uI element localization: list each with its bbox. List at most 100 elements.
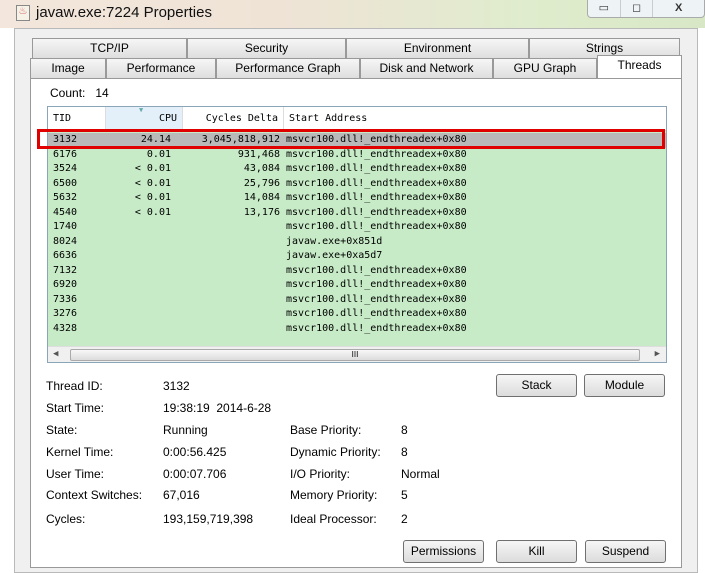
cpu-header-label: CPU bbox=[158, 113, 177, 124]
start-address-cell: msvcr100.dll!_endthreadex+0x80 bbox=[286, 192, 467, 203]
table-header: TID ▼ CPU Cycles Delta Start Address bbox=[48, 106, 666, 131]
tid-cell: 4328 bbox=[53, 322, 78, 334]
cpu-cell: < 0.01 bbox=[134, 163, 171, 174]
table-row[interactable]: 6500 < 0.01 25,796 msvcr100.dll!_endthreade… bbox=[48, 177, 666, 192]
start-address-cell: msvcr100.dll!_endthreadex+0x80 bbox=[286, 322, 467, 334]
tid-cell: 6500 bbox=[53, 177, 78, 189]
stack-button[interactable]: Stack bbox=[496, 374, 577, 397]
cpu-cell: < 0.01 bbox=[134, 192, 171, 203]
tab-gpu-graph[interactable]: GPU Graph bbox=[493, 58, 597, 78]
table-row[interactable]: 4540 < 0.01 13,176 msvcr100.dll!_endthreade… bbox=[48, 206, 666, 221]
cycles-delta-cell: 43,084 bbox=[243, 163, 280, 174]
base-priority-value: 8 bbox=[401, 423, 408, 437]
permissions-button[interactable]: Permissions bbox=[403, 540, 484, 563]
tid-cell: 7132 bbox=[53, 264, 78, 276]
table-row[interactable]: 6636 javaw.exe+0xa5d7 bbox=[48, 249, 666, 264]
start-address-cell: msvcr100.dll!_endthreadex+0x80 bbox=[286, 293, 467, 305]
ideal-processor-value: 2 bbox=[401, 512, 408, 526]
cpu-cell: 0.01 bbox=[146, 148, 171, 160]
window-controls: ▭ ◻ X bbox=[587, 0, 705, 18]
tid-cell: 3524 bbox=[53, 163, 78, 174]
tab-performance[interactable]: Performance bbox=[106, 58, 216, 78]
cycles-delta-cell: 14,084 bbox=[243, 192, 280, 203]
minimize-button[interactable]: ▭ bbox=[588, 0, 621, 17]
tab-threads[interactable]: Threads bbox=[597, 55, 682, 78]
dynamic-priority-label: Dynamic Priority: bbox=[290, 445, 381, 459]
kernel-time-value: 0:00:56.425 bbox=[163, 445, 227, 459]
table-row[interactable]: 8024 javaw.exe+0x851d bbox=[48, 235, 666, 250]
context-switches-value: 67,016 bbox=[163, 488, 200, 502]
table-row[interactable]: 3276 msvcr100.dll!_endthreadex+0x80 bbox=[48, 307, 666, 322]
tid-cell: 1740 bbox=[53, 221, 78, 232]
scroll-right-icon[interactable]: ▶ bbox=[655, 349, 660, 359]
start-address-cell: msvcr100.dll!_endthreadex+0x80 bbox=[286, 177, 467, 189]
cycles-label: Cycles: bbox=[46, 512, 86, 526]
state-label: State: bbox=[46, 423, 78, 437]
start-address-cell: msvcr100.dll!_endthreadex+0x80 bbox=[286, 264, 467, 276]
column-header-cycles-delta[interactable]: Cycles Delta bbox=[183, 107, 284, 130]
table-row[interactable]: 6176 0.01 931,468 msvcr100.dll!_endthreadex… bbox=[48, 148, 666, 163]
start-address-cell: msvcr100.dll!_endthreadex+0x80 bbox=[286, 308, 467, 319]
maximize-button[interactable]: ◻ bbox=[621, 0, 654, 17]
tab-performance-graph[interactable]: Performance Graph bbox=[216, 58, 360, 78]
kill-button[interactable]: Kill bbox=[496, 540, 577, 563]
cpu-cell: < 0.01 bbox=[134, 177, 171, 189]
title-bar: ♨ javaw.exe:7224 Properties ▭ ◻ X bbox=[0, 0, 705, 28]
cycles-delta-cell: 25,796 bbox=[243, 177, 280, 189]
cycles-value: 193,159,719,398 bbox=[163, 512, 254, 526]
count-label: Count: bbox=[50, 86, 86, 100]
table-row[interactable]: 7132 msvcr100.dll!_endthreadex+0x80 bbox=[48, 264, 666, 279]
table-row[interactable]: 5632 < 0.01 14,084 msvcr100.dll!_endthreade… bbox=[48, 191, 666, 206]
thread-id-label: Thread ID: bbox=[46, 379, 103, 393]
close-button[interactable]: X bbox=[653, 0, 704, 17]
io-priority-label: I/O Priority: bbox=[290, 467, 351, 481]
tid-cell: 7336 bbox=[53, 293, 78, 305]
user-time-value: 0:00:07.706 bbox=[163, 467, 227, 481]
window-title: javaw.exe:7224 Properties bbox=[36, 4, 212, 21]
table-row[interactable]: 6920 msvcr100.dll!_endthreadex+0x80 bbox=[48, 278, 666, 293]
tab-security[interactable]: Security bbox=[187, 38, 346, 58]
cycles-delta-cell: 931,468 bbox=[237, 148, 280, 160]
scrollbar-thumb[interactable]: III bbox=[70, 349, 640, 361]
ideal-processor-label: Ideal Processor: bbox=[290, 512, 377, 526]
thread-count: Count: 14 bbox=[50, 86, 109, 100]
tab-tcp-ip[interactable]: TCP/IP bbox=[32, 38, 187, 58]
memory-priority-label: Memory Priority: bbox=[290, 488, 378, 502]
table-row[interactable]: 4328 msvcr100.dll!_endthreadex+0x80 bbox=[48, 322, 666, 337]
context-switches-label: Context Switches: bbox=[46, 488, 143, 502]
tab-image[interactable]: Image bbox=[30, 58, 106, 78]
dynamic-priority-value: 8 bbox=[401, 445, 408, 459]
tid-cell: 6920 bbox=[53, 279, 78, 290]
table-row[interactable]: 7336 msvcr100.dll!_endthreadex+0x80 bbox=[48, 293, 666, 308]
column-header-start-address[interactable]: Start Address bbox=[284, 107, 664, 130]
tid-cell: 8024 bbox=[53, 235, 78, 247]
tid-cell: 5632 bbox=[53, 192, 78, 203]
start-address-cell: msvcr100.dll!_endthreadex+0x80 bbox=[286, 279, 467, 290]
user-time-label: User Time: bbox=[46, 467, 105, 481]
table-row[interactable]: 3524 < 0.01 43,084 msvcr100.dll!_endthreade… bbox=[48, 162, 666, 177]
start-address-cell: msvcr100.dll!_endthreadex+0x80 bbox=[286, 206, 467, 218]
start-address-cell: msvcr100.dll!_endthreadex+0x80 bbox=[286, 148, 467, 160]
io-priority-value: Normal bbox=[401, 467, 440, 481]
start-time-label: Start Time: bbox=[46, 401, 105, 415]
cpu-cell: < 0.01 bbox=[134, 206, 171, 218]
state-value: Running bbox=[163, 423, 208, 437]
java-app-icon: ♨ bbox=[16, 5, 30, 21]
start-address-cell: javaw.exe+0xa5d7 bbox=[286, 250, 383, 261]
tab-environment[interactable]: Environment bbox=[346, 38, 529, 58]
suspend-button[interactable]: Suspend bbox=[585, 540, 666, 563]
horizontal-scrollbar[interactable]: ◀ III ▶ bbox=[48, 346, 666, 362]
cycles-delta-cell: 13,176 bbox=[243, 206, 280, 218]
sort-arrow-icon: ▼ bbox=[139, 106, 144, 114]
column-header-tid[interactable]: TID bbox=[48, 107, 106, 130]
tab-disk-and-network[interactable]: Disk and Network bbox=[360, 58, 493, 78]
column-header-cpu[interactable]: ▼ CPU bbox=[106, 106, 183, 130]
count-value: 14 bbox=[95, 86, 109, 100]
scroll-left-icon[interactable]: ◀ bbox=[53, 349, 58, 359]
start-address-cell: javaw.exe+0x851d bbox=[286, 235, 383, 247]
table-row[interactable]: 1740 msvcr100.dll!_endthreadex+0x80 bbox=[48, 220, 666, 235]
module-button[interactable]: Module bbox=[584, 374, 665, 397]
tid-cell: 6636 bbox=[53, 250, 78, 261]
thread-id-value: 3132 bbox=[163, 379, 190, 393]
start-time-value: 19:38:19 2014-6-28 bbox=[163, 401, 272, 415]
